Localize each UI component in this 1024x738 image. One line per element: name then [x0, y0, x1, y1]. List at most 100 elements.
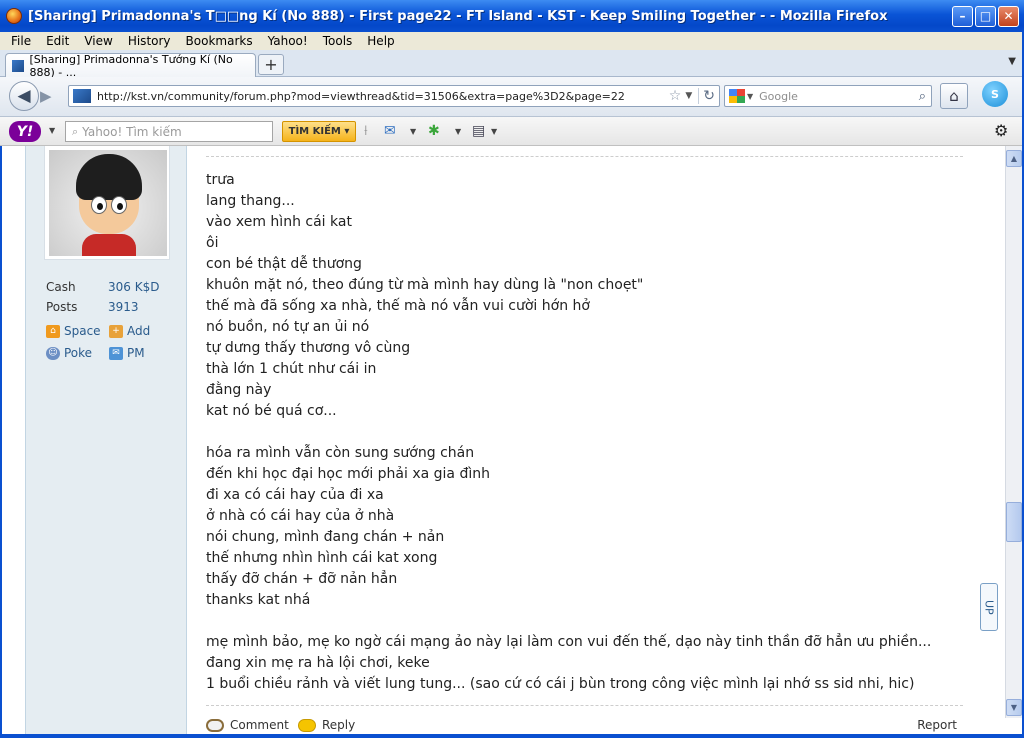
- space-link-label: Space: [64, 324, 101, 338]
- reply-icon: [298, 718, 316, 732]
- minimize-button[interactable]: –: [952, 5, 973, 27]
- add-friend-label: Add: [127, 324, 151, 338]
- avatar[interactable]: [49, 150, 167, 256]
- stat-value[interactable]: 306 K$D: [108, 280, 159, 294]
- yahoo-games-icon[interactable]: ✱: [428, 123, 440, 139]
- post-line: thế mà đã sống xa nhà, thế mà nó vẫn vui…: [206, 298, 590, 314]
- page-left-margin: [0, 146, 25, 738]
- scroll-up-icon[interactable]: ▲: [1006, 150, 1022, 167]
- post-line: khuôn mặt nó, theo đúng từ mà mình hay d…: [206, 277, 644, 293]
- search-bar[interactable]: ▼ Google ⌕: [724, 85, 932, 107]
- post-line: hóa ra mình vẫn còn sung sướng chán: [206, 445, 475, 461]
- stat-value[interactable]: 3913: [108, 300, 139, 314]
- comment-icon: [206, 718, 224, 732]
- stat-cash: Cash 306 K$D: [46, 277, 159, 297]
- post-line: lang thang...: [206, 193, 295, 209]
- comment-button[interactable]: Comment: [206, 718, 289, 732]
- post-line: 1 buổi chiều rảnh và viết lung tung... (…: [206, 676, 915, 692]
- window-frame-left: [0, 146, 2, 738]
- menu-yahoo[interactable]: Yahoo!: [268, 34, 308, 48]
- menu-tools[interactable]: Tools: [323, 34, 353, 48]
- post-line: [206, 611, 931, 632]
- back-arrow-icon: ◀: [17, 86, 31, 106]
- post-line: thế nhưng nhìn hình cái kat xong: [206, 550, 438, 566]
- scroll-to-top-button[interactable]: UP: [980, 583, 998, 631]
- yahoo-toolbar: Y! ▼ ⌕ Yahoo! Tìm kiếm TÌM KIẾM ▾ ⟊ ✉ ▼ …: [0, 117, 1024, 146]
- pm-link-label: PM: [127, 346, 145, 360]
- maximize-button[interactable]: □: [975, 5, 996, 27]
- reply-button[interactable]: Reply: [298, 718, 355, 732]
- yahoo-news-icon[interactable]: ▤: [472, 123, 485, 139]
- skype-icon[interactable]: S: [982, 81, 1008, 107]
- avatar-frame[interactable]: [44, 146, 170, 260]
- post-line: kat nó bé quá cơ...: [206, 403, 337, 419]
- post-line: đằng này: [206, 382, 272, 398]
- yahoo-mail-icon[interactable]: ✉: [384, 123, 396, 139]
- games-dropdown-icon[interactable]: ▼: [455, 127, 461, 136]
- pm-link[interactable]: ✉ PM: [109, 346, 172, 360]
- menu-bookmarks[interactable]: Bookmarks: [186, 34, 253, 48]
- yahoo-search-placeholder: Yahoo! Tìm kiếm: [82, 124, 182, 139]
- avatar-hair: [76, 154, 142, 200]
- tab-list-chevron-icon[interactable]: ▼: [1008, 56, 1016, 67]
- post-line: thấy đỡ chán + đỡ nản hẳn: [206, 571, 398, 587]
- poke-icon: ☺: [46, 346, 60, 360]
- menu-edit[interactable]: Edit: [46, 34, 69, 48]
- site-favicon-icon: [12, 59, 25, 72]
- site-identity-icon[interactable]: [73, 89, 91, 103]
- yahoo-logo[interactable]: Y!: [9, 121, 41, 142]
- yahoo-search-input[interactable]: ⌕ Yahoo! Tìm kiếm: [65, 121, 273, 142]
- post-container: trưa lang thang... vào xem hình cái kat …: [206, 146, 963, 738]
- poke-link-label: Poke: [64, 346, 93, 360]
- search-placeholder[interactable]: Google: [759, 90, 919, 103]
- tab-active[interactable]: [Sharing] Primadonna's Tướng Kí (No 888)…: [5, 53, 256, 79]
- menu-history[interactable]: History: [128, 34, 171, 48]
- menu-file[interactable]: File: [11, 34, 31, 48]
- window-title-bar: [Sharing] Primadonna's T□□ng Kí (No 888)…: [0, 0, 1024, 32]
- stat-posts: Posts 3913: [46, 297, 159, 317]
- reload-icon[interactable]: ↻: [698, 88, 715, 104]
- google-icon[interactable]: [729, 89, 745, 103]
- page-content: Cash 306 K$D Posts 3913 ⌂ Space + Add ☺ …: [0, 146, 1005, 738]
- home-button[interactable]: ⌂: [940, 83, 968, 109]
- firefox-icon: [6, 8, 22, 24]
- url-history-dropdown-icon[interactable]: ▼: [685, 91, 692, 101]
- post-top-divider: [206, 156, 963, 157]
- menu-help[interactable]: Help: [367, 34, 394, 48]
- new-tab-button[interactable]: +: [258, 54, 284, 75]
- url-text[interactable]: http://kst.vn/community/forum.php?mod=vi…: [97, 90, 669, 103]
- search-icon[interactable]: ⌕: [919, 89, 926, 104]
- mail-dropdown-icon[interactable]: ▼: [410, 127, 416, 136]
- forward-button[interactable]: ▶: [40, 87, 52, 105]
- avatar-body: [82, 234, 136, 256]
- home-icon: ⌂: [46, 324, 60, 338]
- add-friend-link[interactable]: + Add: [109, 324, 172, 338]
- post-line: nói chung, mình đang chán + nản: [206, 529, 445, 545]
- news-dropdown-icon[interactable]: ▼: [491, 127, 497, 136]
- vertical-scrollbar[interactable]: ▲ ▼: [1005, 146, 1022, 718]
- yahoo-menu-dropdown-icon[interactable]: ▼: [49, 126, 55, 135]
- avatar-right-eye: [111, 196, 127, 214]
- post-line: nó buồn, nó tự an ủi nó: [206, 319, 370, 335]
- scrollbar-thumb[interactable]: [1006, 502, 1022, 542]
- menu-view[interactable]: View: [84, 34, 112, 48]
- mail-icon: ✉: [109, 346, 123, 360]
- url-bar[interactable]: http://kst.vn/community/forum.php?mod=vi…: [68, 85, 720, 107]
- space-link[interactable]: ⌂ Space: [46, 324, 109, 338]
- poke-link[interactable]: ☺ Poke: [46, 346, 109, 360]
- menu-bar: File Edit View History Bookmarks Yahoo! …: [0, 32, 1024, 50]
- post-line: thanks kat nhá: [206, 592, 311, 608]
- comment-label: Comment: [230, 718, 289, 732]
- scroll-down-icon[interactable]: ▼: [1006, 699, 1022, 716]
- report-link[interactable]: Report: [917, 718, 957, 732]
- bookmark-star-icon[interactable]: ☆: [669, 88, 682, 104]
- stat-label: Posts: [46, 300, 78, 314]
- back-button[interactable]: ◀: [9, 81, 39, 111]
- close-button[interactable]: ✕: [998, 5, 1019, 27]
- post-bottom-divider: [206, 705, 963, 706]
- post-line: thà lớn 1 chút như cái in: [206, 361, 377, 377]
- gear-icon[interactable]: ⚙: [994, 121, 1008, 140]
- search-engine-dropdown-icon[interactable]: ▼: [747, 92, 753, 101]
- forward-arrow-icon: ▶: [40, 87, 52, 105]
- yahoo-search-button[interactable]: TÌM KIẾM ▾: [282, 121, 356, 142]
